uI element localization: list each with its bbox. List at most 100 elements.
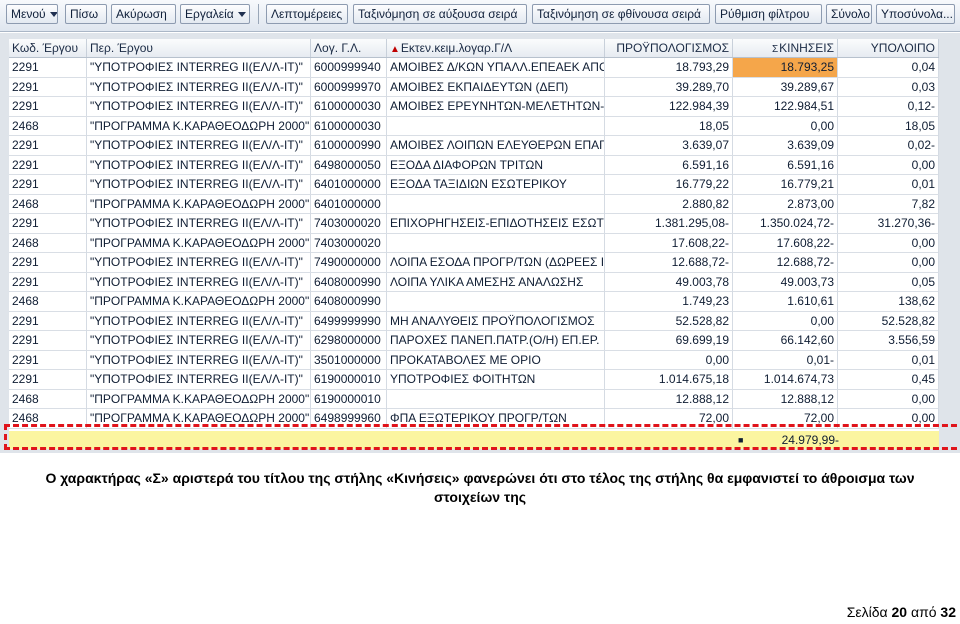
table-row[interactable]: 2291 "ΥΠΟΤΡΟΦΙΕΣ INTERREG II(ΕΛ/Λ-ΙΤ)" 600… [9, 77, 939, 97]
col-budget-cell[interactable]: 49.003,78 [605, 272, 733, 292]
col-gl-account-cell[interactable]: 7403000020 [311, 233, 387, 253]
col-gl-text-cell[interactable] [387, 292, 605, 311]
col-project-desc-cell[interactable]: "ΥΠΟΤΡΟΦΙΕΣ INTERREG II(ΕΛ/Λ-ΙΤ)" [87, 214, 311, 233]
menu-button[interactable]: Μενού [6, 4, 58, 24]
col-movements-cell[interactable]: 1.350.024,72- [733, 214, 838, 233]
col-movements-cell[interactable]: 0,01- [733, 350, 838, 370]
col-balance-cell[interactable]: 0,04 [838, 58, 939, 77]
col-balance-cell[interactable]: 0,00 [838, 253, 939, 272]
col-gl-text-cell[interactable]: ΜΗ ΑΝΑΛΥΘΕΙΣ ΠΡΟΫΠΟΛΟΓΙΣΜΟΣ [387, 311, 605, 331]
col-movements-cell[interactable]: 39.289,67 [733, 77, 838, 97]
table-row[interactable]: 2291 "ΥΠΟΤΡΟΦΙΕΣ INTERREG II(ΕΛ/Λ-ΙΤ)" 619… [9, 370, 939, 390]
table-row[interactable]: 2291 "ΥΠΟΤΡΟΦΙΕΣ INTERREG II(ΕΛ/Λ-ΙΤ)" 629… [9, 331, 939, 351]
col-project-desc-cell[interactable]: "ΠΡΟΓΡΑΜΜΑ Κ.ΚΑΡΑΘΕΟΔΩΡΗ 2000" [87, 389, 311, 409]
table-row[interactable]: 2291 "ΥΠΟΤΡΟΦΙΕΣ INTERREG II(ΕΛ/Λ-ΙΤ)" 740… [9, 214, 939, 234]
col-project-code-cell[interactable]: 2291 [9, 311, 87, 331]
col-project-desc-cell[interactable]: "ΥΠΟΤΡΟΦΙΕΣ INTERREG II(ΕΛ/Λ-ΙΤ)" [87, 370, 311, 389]
col-gl-account-cell[interactable]: 6000999970 [311, 77, 387, 97]
col-project-code-cell[interactable]: 2291 [9, 175, 87, 194]
col-project-desc-cell[interactable]: "ΥΠΟΤΡΟΦΙΕΣ INTERREG II(ΕΛ/Λ-ΙΤ)" [87, 311, 311, 331]
col-project-desc-cell[interactable]: "ΠΡΟΓΡΑΜΜΑ Κ.ΚΑΡΑΘΕΟΔΩΡΗ 2000" [87, 409, 311, 428]
table-row[interactable]: 2291 "ΥΠΟΤΡΟΦΙΕΣ INTERREG II(ΕΛ/Λ-ΙΤ)" 649… [9, 311, 939, 331]
col-project-desc-cell[interactable]: "ΠΡΟΓΡΑΜΜΑ Κ.ΚΑΡΑΘΕΟΔΩΡΗ 2000" [87, 292, 311, 311]
col-project-code-cell[interactable]: 2291 [9, 155, 87, 175]
table-row[interactable]: 2291 "ΥΠΟΤΡΟΦΙΕΣ INTERREG II(ΕΛ/Λ-ΙΤ)" 610… [9, 136, 939, 156]
col-gl-text-cell[interactable]: ΕΞΟΔΑ ΔΙΑΦΟΡΩΝ ΤΡΙΤΩΝ [387, 155, 605, 175]
col-gl-account-cell[interactable]: 6499999990 [311, 311, 387, 331]
col-gl-text-header[interactable]: ▲Εκτεν.κειμ.λογαρ.Γ/Λ [387, 39, 605, 57]
col-project-code-cell[interactable]: 2291 [9, 272, 87, 292]
col-budget-cell[interactable]: 69.699,19 [605, 331, 733, 350]
col-project-desc-header[interactable]: Περ. Έργου [87, 39, 311, 57]
col-gl-text-cell[interactable]: ΠΡΟΚΑΤΑΒΟΛΕΣ ΜΕ ΟΡΙΟ [387, 350, 605, 370]
col-balance-cell[interactable]: 0,02- [838, 136, 939, 155]
col-gl-text-cell[interactable]: ΕΠΙΧΟΡΗΓΗΣΕΙΣ-ΕΠΙΔΟΤΗΣΕΙΣ ΕΣΩΤ [387, 214, 605, 233]
col-gl-account-cell[interactable]: 6190000010 [311, 389, 387, 409]
col-budget-header[interactable]: ΠΡΟΫΠΟΛΟΓΙΣΜΟΣ [605, 39, 733, 57]
col-gl-account-cell[interactable]: 6298000000 [311, 331, 387, 350]
col-project-desc-cell[interactable]: "ΥΠΟΤΡΟΦΙΕΣ INTERREG II(ΕΛ/Λ-ΙΤ)" [87, 175, 311, 194]
col-gl-account-cell[interactable]: 6408000990 [311, 292, 387, 311]
vertical-scrollbar[interactable] [939, 39, 960, 449]
col-gl-account-header[interactable]: Λογ. Γ.Λ. [311, 39, 387, 57]
col-movements-cell[interactable]: 6.591,16 [733, 155, 838, 175]
total-button[interactable]: Σύνολο [826, 4, 872, 24]
col-gl-account-cell[interactable]: 6401000000 [311, 194, 387, 214]
col-gl-account-cell[interactable]: 6000999940 [311, 58, 387, 77]
col-budget-cell[interactable]: 18.793,29 [605, 58, 733, 77]
col-gl-text-cell[interactable]: ΦΠΑ ΕΞΩΤΕΡΙΚΟΥ ΠΡΟΓΡ/ΤΩΝ [387, 409, 605, 428]
col-project-desc-cell[interactable]: "ΠΡΟΓΡΑΜΜΑ Κ.ΚΑΡΑΘΕΟΔΩΡΗ 2000" [87, 194, 311, 214]
filter-button[interactable]: Ρύθμιση φίλτρου [715, 4, 822, 24]
col-balance-cell[interactable]: 52.528,82 [838, 311, 939, 331]
col-movements-cell[interactable]: 66.142,60 [733, 331, 838, 350]
col-gl-account-cell[interactable]: 3501000000 [311, 350, 387, 370]
col-budget-cell[interactable]: 72,00 [605, 409, 733, 428]
col-project-code-cell[interactable]: 2291 [9, 214, 87, 233]
table-row[interactable]: 2468 "ΠΡΟΓΡΑΜΜΑ Κ.ΚΑΡΑΘΕΟΔΩΡΗ 2000" 649899… [9, 409, 939, 429]
col-gl-text-cell[interactable] [387, 116, 605, 136]
table-row[interactable]: 2291 "ΥΠΟΤΡΟΦΙΕΣ INTERREG II(ΕΛ/Λ-ΙΤ)" 640… [9, 175, 939, 195]
col-balance-cell[interactable]: 31.270,36- [838, 214, 939, 233]
col-gl-text-cell[interactable]: ΛΟΙΠΑ ΕΣΟΔΑ ΠΡΟΓΡ/ΤΩΝ (ΔΩΡΕΕΣ Ι [387, 253, 605, 272]
col-gl-account-cell[interactable]: 6401000000 [311, 175, 387, 194]
col-project-desc-cell[interactable]: "ΥΠΟΤΡΟΦΙΕΣ INTERREG II(ΕΛ/Λ-ΙΤ)" [87, 272, 311, 292]
col-gl-text-cell[interactable] [387, 233, 605, 253]
col-project-code-cell[interactable]: 2291 [9, 350, 87, 370]
col-project-code-header[interactable]: Κωδ. Έργου [9, 39, 87, 57]
col-budget-cell[interactable]: 39.289,70 [605, 77, 733, 97]
col-gl-account-cell[interactable]: 7403000020 [311, 214, 387, 233]
col-project-desc-cell[interactable]: "ΥΠΟΤΡΟΦΙΕΣ INTERREG II(ΕΛ/Λ-ΙΤ)" [87, 331, 311, 350]
col-movements-cell[interactable]: 1.014.674,73 [733, 370, 838, 389]
table-row[interactable]: 2468 "ΠΡΟΓΡΑΜΜΑ Κ.ΚΑΡΑΘΕΟΔΩΡΗ 2000" 610000… [9, 116, 939, 136]
col-gl-text-cell[interactable] [387, 389, 605, 409]
col-gl-account-cell[interactable]: 6100000030 [311, 97, 387, 116]
col-movements-cell[interactable]: 12.888,12 [733, 389, 838, 409]
col-balance-cell[interactable]: 0,01 [838, 175, 939, 194]
col-budget-cell[interactable]: 18,05 [605, 116, 733, 136]
col-gl-text-cell[interactable]: ΥΠΟΤΡΟΦΙΕΣ ΦΟΙΤΗΤΩΝ [387, 370, 605, 389]
table-row[interactable]: 2291 "ΥΠΟΤΡΟΦΙΕΣ INTERREG II(ΕΛ/Λ-ΙΤ)" 350… [9, 350, 939, 370]
col-movements-cell[interactable]: 0,00 [733, 116, 838, 136]
col-project-code-cell[interactable]: 2468 [9, 194, 87, 214]
col-project-desc-cell[interactable]: "ΥΠΟΤΡΟΦΙΕΣ INTERREG II(ΕΛ/Λ-ΙΤ)" [87, 253, 311, 272]
col-balance-cell[interactable]: 0,05 [838, 272, 939, 292]
col-balance-cell[interactable]: 7,82 [838, 194, 939, 214]
col-project-desc-cell[interactable]: "ΥΠΟΤΡΟΦΙΕΣ INTERREG II(ΕΛ/Λ-ΙΤ)" [87, 155, 311, 175]
table-row[interactable]: 2291 "ΥΠΟΤΡΟΦΙΕΣ INTERREG II(ΕΛ/Λ-ΙΤ)" 610… [9, 97, 939, 117]
col-budget-cell[interactable]: 1.749,23 [605, 292, 733, 311]
col-budget-cell[interactable]: 122.984,39 [605, 97, 733, 116]
col-balance-cell[interactable]: 138,62 [838, 292, 939, 311]
col-balance-cell[interactable]: 0,12- [838, 97, 939, 116]
col-project-code-cell[interactable]: 2291 [9, 97, 87, 116]
col-project-code-cell[interactable]: 2291 [9, 77, 87, 97]
col-project-desc-cell[interactable]: "ΥΠΟΤΡΟΦΙΕΣ INTERREG II(ΕΛ/Λ-ΙΤ)" [87, 136, 311, 155]
col-project-desc-cell[interactable]: "ΥΠΟΤΡΟΦΙΕΣ INTERREG II(ΕΛ/Λ-ΙΤ)" [87, 58, 311, 77]
col-project-code-cell[interactable]: 2291 [9, 58, 87, 77]
table-row[interactable]: 2468 "ΠΡΟΓΡΑΜΜΑ Κ.ΚΑΡΑΘΕΟΔΩΡΗ 2000" 619000… [9, 389, 939, 409]
col-gl-account-cell[interactable]: 6408000990 [311, 272, 387, 292]
col-movements-cell[interactable]: 18.793,25 [733, 58, 838, 77]
table-row[interactable]: 2291 "ΥΠΟΤΡΟΦΙΕΣ INTERREG II(ΕΛ/Λ-ΙΤ)" 749… [9, 253, 939, 273]
col-project-code-cell[interactable]: 2468 [9, 292, 87, 311]
col-budget-cell[interactable]: 16.779,22 [605, 175, 733, 194]
col-budget-cell[interactable]: 12.888,12 [605, 389, 733, 409]
